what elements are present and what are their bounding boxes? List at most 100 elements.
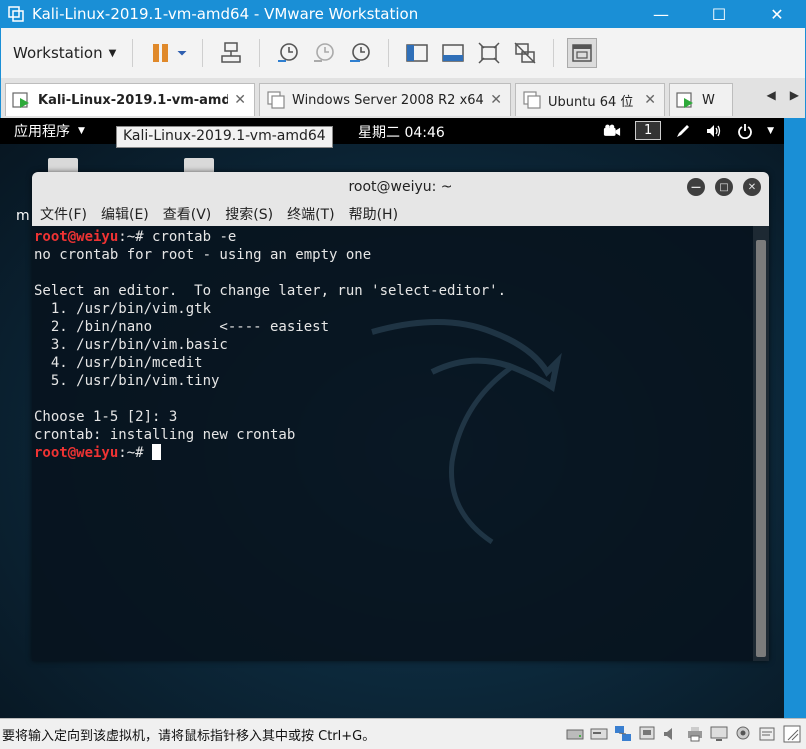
close-tab-icon[interactable]: ✕ [490,92,502,108]
output-line: 2. /bin/nano <---- easiest [34,319,330,335]
volume-icon[interactable] [705,123,723,139]
vm-tab-bar: Kali-Linux-2019.1-vm-amd64 ✕ Windows Ser… [0,78,806,118]
network-keyboard-icon [221,42,242,63]
tab-label: Kali-Linux-2019.1-vm-amd64 [38,92,229,108]
usb-device-icon[interactable] [638,725,656,743]
camera-icon[interactable] [603,124,621,137]
terminal-output[interactable]: root@weiyu:~# crontab -e no crontab for … [32,226,753,661]
desktop-label: m [16,208,30,224]
status-message: 要将输入定向到该虚拟机，请将鼠标指针移入其中或按 Ctrl+G。 [2,728,376,744]
tab-label: W [702,92,715,108]
applications-menu-label: 应用程序 [14,124,70,140]
menu-view[interactable]: 查看(V) [163,204,212,224]
pause-button[interactable] [146,38,176,68]
terminal-window-controls: — □ ✕ [687,178,761,196]
unity-disabled-icon [514,42,536,64]
output-line: 1. /usr/bin/vim.gtk [34,301,212,317]
close-tab-icon[interactable]: ✕ [234,92,246,108]
terminal-minimize-icon[interactable]: — [687,178,705,196]
terminal-maximize-icon[interactable]: □ [715,178,733,196]
terminal-title: root@weiyu: ~ [348,179,453,195]
menu-edit[interactable]: 编辑(E) [101,204,149,224]
prompt-user: root@weiyu [34,445,119,461]
tab-label: Ubuntu 64 位 [548,94,634,110]
tab-scroll-left-icon[interactable]: ◀ [767,88,776,102]
printer-icon[interactable] [686,725,704,743]
menu-terminal[interactable]: 终端(T) [287,204,334,224]
unity-button[interactable] [510,38,540,68]
vmware-logo-icon [8,6,24,22]
sound-card-icon[interactable] [662,725,680,743]
device-status-icons [566,725,776,743]
toolbar-separator [553,39,555,67]
vm-icon [523,91,541,109]
tab-windows-server[interactable]: Windows Server 2008 R2 x64 ✕ [259,83,511,116]
cd-drive-icon[interactable] [590,725,608,743]
close-window-button[interactable]: ✕ [748,0,806,28]
toolbar-separator [388,39,390,67]
toolbar-separator [202,39,204,67]
tab-ubuntu[interactable]: Ubuntu 64 位 ✕ [515,83,665,116]
full-screen-button[interactable] [474,38,504,68]
menu-search[interactable]: 搜索(S) [225,204,273,224]
terminal-scrollbar[interactable] [753,226,769,661]
tab-label: Windows Server 2008 R2 x64 [292,92,484,108]
command-text: crontab -e [152,229,237,245]
snapshot-manager-button[interactable] [345,38,375,68]
display-icon[interactable] [710,725,728,743]
chevron-down-icon [177,51,187,56]
output-line: 4. /usr/bin/mcedit [34,355,203,371]
toolbar-separator [132,39,134,67]
chevron-down-icon[interactable]: ▼ [767,126,774,136]
terminal-scrollbar-thumb[interactable] [756,240,766,657]
snapshot-manager-icon [350,43,371,62]
close-tab-icon[interactable]: ✕ [644,92,656,108]
pause-icon [153,44,169,62]
thumbnail-bar-button[interactable] [438,38,468,68]
text-cursor [152,444,162,460]
thumbnail-panel-icon [442,44,465,62]
tab-scroll-right-icon[interactable]: ▶ [790,88,799,102]
applications-menu[interactable]: 应用程序 ▼ [14,121,85,141]
menu-file[interactable]: 文件(F) [40,204,87,224]
prompt-user: root@weiyu [34,229,119,245]
revert-snapshot-button[interactable] [309,38,339,68]
message-log-icon[interactable] [758,725,776,743]
tab-kali-linux[interactable]: Kali-Linux-2019.1-vm-amd64 ✕ [5,83,255,116]
host-side-strip [784,118,806,718]
maximize-button[interactable]: ☐ [690,0,748,28]
clock[interactable]: 星期二 04:46 [358,122,445,142]
webcam-icon[interactable] [734,725,752,743]
send-ctrl-alt-del-button[interactable] [216,38,246,68]
tab-w-truncated[interactable]: W [669,83,733,116]
power-dropdown-button[interactable] [175,38,189,68]
output-line: Choose 1-5 [2]: 3 [34,409,178,425]
terminal-titlebar[interactable]: root@weiyu: ~ — □ ✕ [32,172,769,202]
workspace-indicator[interactable]: 1 [635,121,662,140]
minimize-button[interactable]: — [632,0,690,28]
prompt-tail: :~# [118,229,153,245]
snapshot-revert-icon [314,43,335,62]
hard-disk-icon[interactable] [566,725,584,743]
status-bar: 要将输入定向到该虚拟机，请将鼠标指针移入其中或按 Ctrl+G。 [0,718,806,749]
tab-scroll-arrows: ◀ ▶ [767,88,799,102]
terminal-window[interactable]: root@weiyu: ~ — □ ✕ 文件(F) 编辑(E) 查看(V) 搜索… [32,172,769,661]
power-icon[interactable] [737,123,753,139]
vm-display[interactable]: 应用程序 ▼ 星期二 04:46 1 ▼ m root@weiyu: ~ — □… [0,118,784,718]
workstation-menu[interactable]: Workstation ▼ [7,40,122,66]
toolbar-separator [259,39,261,67]
output-line: Select an editor. To change later, run '… [34,283,507,299]
system-tray: 1 ▼ [603,121,774,140]
console-view-button[interactable] [567,38,598,68]
output-line: crontab: installing new crontab [34,427,296,443]
terminal-menubar: 文件(F) 编辑(E) 查看(V) 搜索(S) 终端(T) 帮助(H) [32,202,769,226]
menu-help[interactable]: 帮助(H) [349,204,398,224]
terminal-close-icon[interactable]: ✕ [743,178,761,196]
network-adapter-icon[interactable] [614,725,632,743]
show-library-button[interactable] [402,38,432,68]
resize-grip-icon[interactable] [782,724,802,744]
vm-icon [267,91,285,109]
pen-icon[interactable] [675,123,691,139]
take-snapshot-button[interactable] [273,38,303,68]
library-panel-icon [406,44,429,62]
